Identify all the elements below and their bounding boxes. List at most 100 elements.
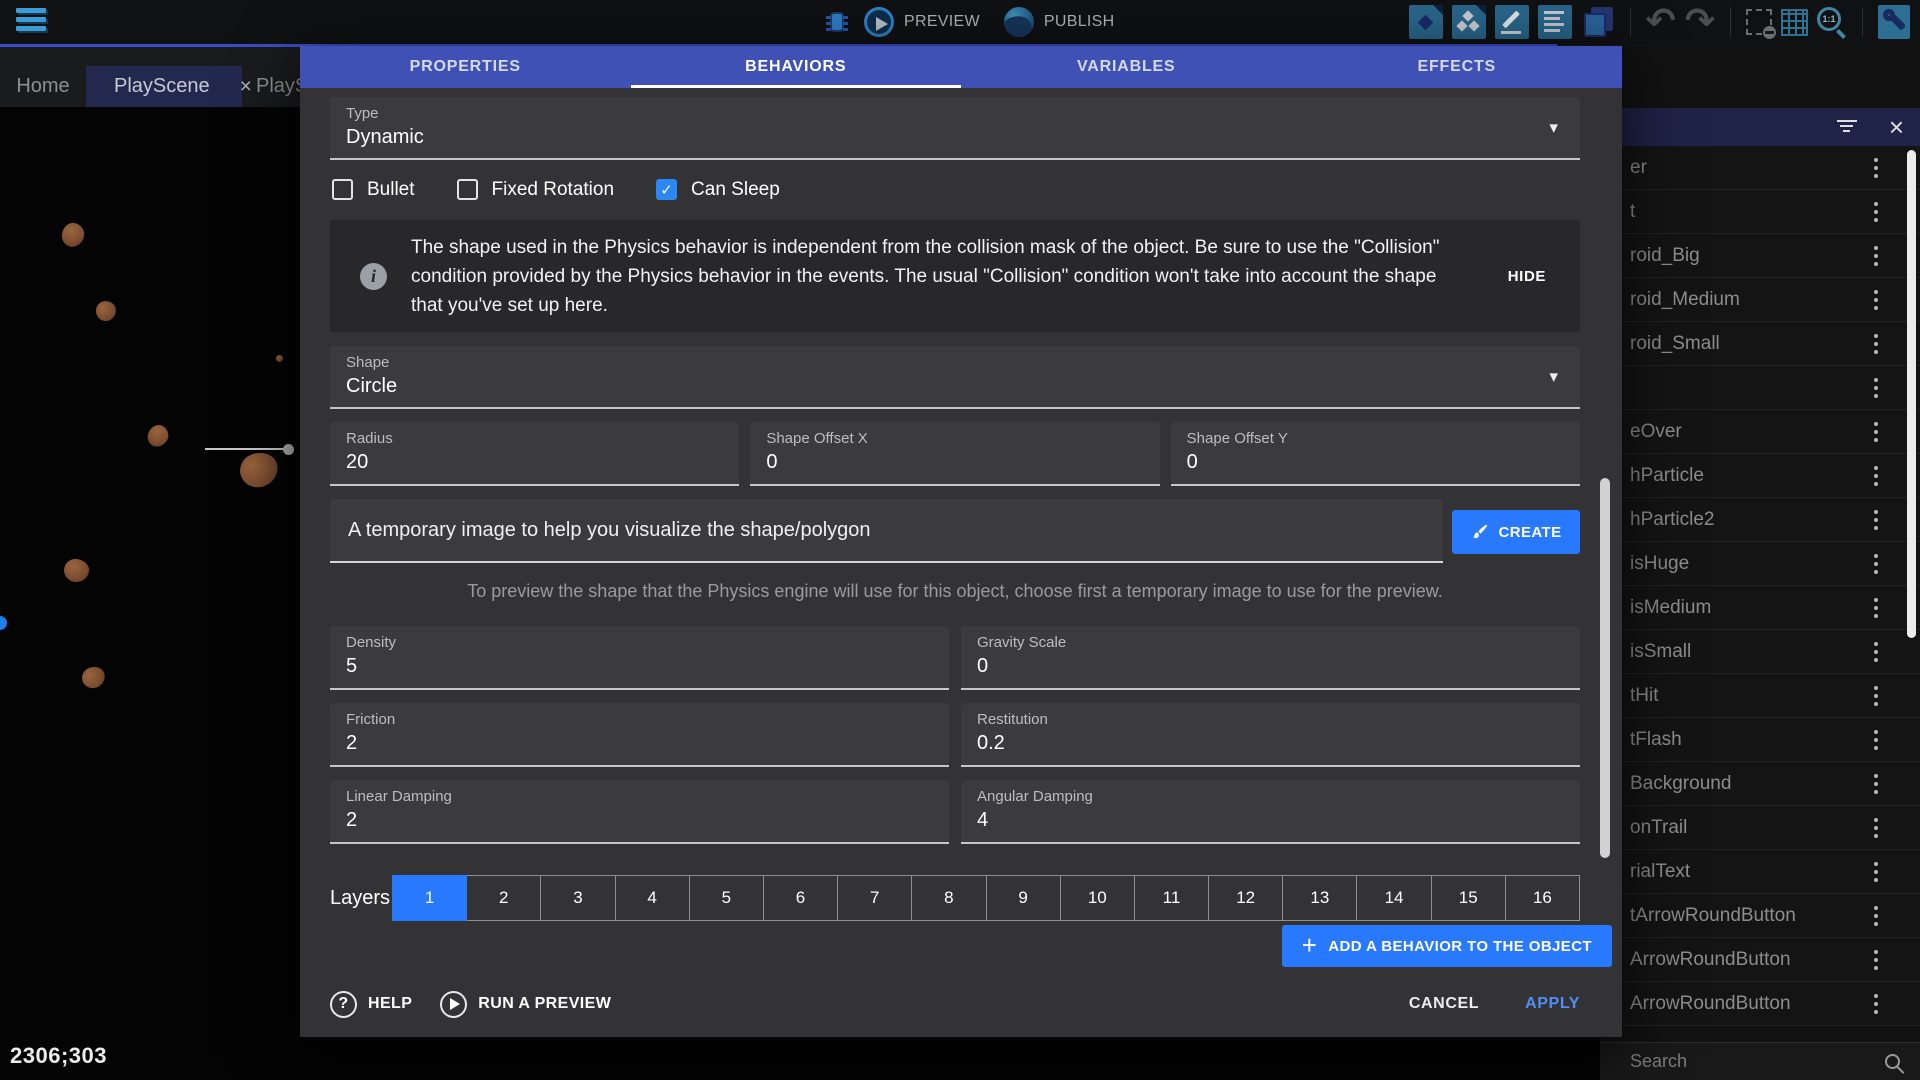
tab-home[interactable]: Home <box>0 66 86 107</box>
temp-image-field[interactable]: A temporary image to help you visualize … <box>330 499 1443 563</box>
type-dropdown[interactable]: Type Dynamic ▼ <box>330 97 1580 160</box>
object-row[interactable]: eOver <box>1600 410 1920 454</box>
grid-icon[interactable] <box>1781 9 1808 36</box>
properties-list-icon[interactable] <box>1538 5 1572 39</box>
more-options-icon[interactable] <box>1874 298 1878 302</box>
checkbox-box[interactable] <box>332 179 353 200</box>
field-shape-offset-y[interactable]: Shape Offset Y0 <box>1171 422 1580 486</box>
object-row[interactable]: tFlash <box>1600 718 1920 762</box>
dialog-tab-variables[interactable]: VARIABLES <box>961 46 1292 88</box>
more-options-icon[interactable] <box>1874 958 1878 962</box>
more-options-icon[interactable] <box>1874 782 1878 786</box>
asteroid-sprite[interactable] <box>79 664 108 692</box>
more-options-icon[interactable] <box>1874 518 1878 522</box>
scene-settings-icon[interactable] <box>1878 5 1910 39</box>
object-row[interactable]: roid_Small <box>1600 322 1920 366</box>
more-options-icon[interactable] <box>1874 386 1878 390</box>
more-options-icon[interactable] <box>1874 254 1878 258</box>
more-options-icon[interactable] <box>1874 694 1878 698</box>
tab-playscene[interactable]: PlayScene × <box>86 66 242 107</box>
object-row[interactable]: roid_Big <box>1600 234 1920 278</box>
field-shape-offset-x[interactable]: Shape Offset X0 <box>750 422 1159 486</box>
redo-icon[interactable]: ↷ <box>1685 5 1715 39</box>
dialog-tab-behaviors[interactable]: BEHAVIORS <box>631 46 962 88</box>
layer-button-14[interactable]: 14 <box>1356 875 1431 921</box>
checkbox-box[interactable]: ✓ <box>656 179 677 200</box>
layer-button-3[interactable]: 3 <box>540 875 615 921</box>
more-options-icon[interactable] <box>1874 474 1878 478</box>
layer-button-16[interactable]: 16 <box>1505 875 1580 921</box>
objects-list-icon[interactable] <box>1409 5 1443 39</box>
create-button[interactable]: CREATE <box>1452 510 1580 554</box>
object-row[interactable] <box>1600 366 1920 410</box>
filter-icon[interactable] <box>1837 120 1857 134</box>
object-row[interactable]: hParticle2 <box>1600 498 1920 542</box>
publish-button[interactable]: PUBLISH <box>1044 13 1115 31</box>
object-row[interactable]: t <box>1600 190 1920 234</box>
object-row[interactable]: ArrowRoundButton <box>1600 982 1920 1026</box>
layer-button-2[interactable]: 2 <box>466 875 541 921</box>
field-angular-damping[interactable]: Angular Damping4 <box>961 780 1580 844</box>
object-row[interactable]: ArrowRoundButton <box>1600 938 1920 982</box>
object-row[interactable]: er <box>1600 146 1920 190</box>
layer-button-4[interactable]: 4 <box>615 875 690 921</box>
add-behavior-button[interactable]: + ADD A BEHAVIOR TO THE OBJECT <box>1282 925 1612 967</box>
object-row[interactable]: roid_Medium <box>1600 278 1920 322</box>
layer-button-10[interactable]: 10 <box>1060 875 1135 921</box>
apply-button[interactable]: APPLY <box>1525 995 1580 1013</box>
objects-search[interactable]: Search <box>1600 1042 1920 1080</box>
checkbox-bullet[interactable]: Bullet <box>332 179 415 201</box>
layer-button-5[interactable]: 5 <box>689 875 764 921</box>
instances-list-icon[interactable] <box>1452 5 1486 39</box>
object-row[interactable]: rialText <box>1600 850 1920 894</box>
checkbox-can-sleep[interactable]: ✓Can Sleep <box>656 179 780 201</box>
layer-button-15[interactable]: 15 <box>1431 875 1506 921</box>
help-button[interactable]: ? HELP <box>330 991 412 1018</box>
more-options-icon[interactable] <box>1874 826 1878 830</box>
checkbox-box[interactable] <box>457 179 478 200</box>
more-options-icon[interactable] <box>1874 738 1878 742</box>
object-row[interactable]: isHuge <box>1600 542 1920 586</box>
asteroid-sprite[interactable] <box>236 448 282 491</box>
asteroid-sprite[interactable] <box>63 557 91 583</box>
object-row[interactable]: isMedium <box>1600 586 1920 630</box>
zoom-1-1-icon[interactable]: 1:1 <box>1817 7 1847 37</box>
dialog-scrollbar[interactable] <box>1600 478 1610 858</box>
undo-icon[interactable]: ↶ <box>1646 5 1676 39</box>
shape-dropdown[interactable]: Shape Circle ▼ <box>330 346 1580 409</box>
more-options-icon[interactable] <box>1874 606 1878 610</box>
more-options-icon[interactable] <box>1874 870 1878 874</box>
objects-panel-scrollbar[interactable] <box>1907 150 1916 638</box>
field-density[interactable]: Density5 <box>330 626 949 690</box>
layer-button-9[interactable]: 9 <box>986 875 1061 921</box>
asteroid-sprite[interactable] <box>59 221 86 250</box>
field-linear-damping[interactable]: Linear Damping2 <box>330 780 949 844</box>
publish-globe-icon[interactable] <box>1004 7 1034 37</box>
layer-button-8[interactable]: 8 <box>911 875 986 921</box>
asteroid-sprite[interactable] <box>144 421 172 450</box>
layer-button-13[interactable]: 13 <box>1282 875 1357 921</box>
layers-panel-icon[interactable] <box>1581 5 1615 39</box>
clear-selection-icon[interactable] <box>1746 9 1772 35</box>
more-options-icon[interactable] <box>1874 430 1878 434</box>
more-options-icon[interactable] <box>1874 210 1878 214</box>
debug-icon[interactable] <box>826 9 848 35</box>
field-radius[interactable]: Radius20 <box>330 422 739 486</box>
close-panel-icon[interactable]: × <box>1889 117 1904 137</box>
asteroid-sprite[interactable] <box>276 355 283 362</box>
object-row[interactable]: onTrail <box>1600 806 1920 850</box>
dialog-tab-properties[interactable]: PROPERTIES <box>300 46 631 88</box>
edit-object-icon[interactable] <box>1495 5 1529 39</box>
preview-play-icon[interactable] <box>864 7 894 37</box>
layer-button-11[interactable]: 11 <box>1134 875 1209 921</box>
more-options-icon[interactable] <box>1874 166 1878 170</box>
more-options-icon[interactable] <box>1874 562 1878 566</box>
layer-button-7[interactable]: 7 <box>837 875 912 921</box>
checkbox-fixed-rotation[interactable]: Fixed Rotation <box>457 179 615 201</box>
run-preview-button[interactable]: RUN A PREVIEW <box>440 991 611 1018</box>
field-gravity-scale[interactable]: Gravity Scale0 <box>961 626 1580 690</box>
field-friction[interactable]: Friction2 <box>330 703 949 767</box>
object-row[interactable]: Background <box>1600 762 1920 806</box>
layer-button-1[interactable]: 1 <box>392 875 467 921</box>
selection-handle-dot[interactable] <box>283 444 294 455</box>
